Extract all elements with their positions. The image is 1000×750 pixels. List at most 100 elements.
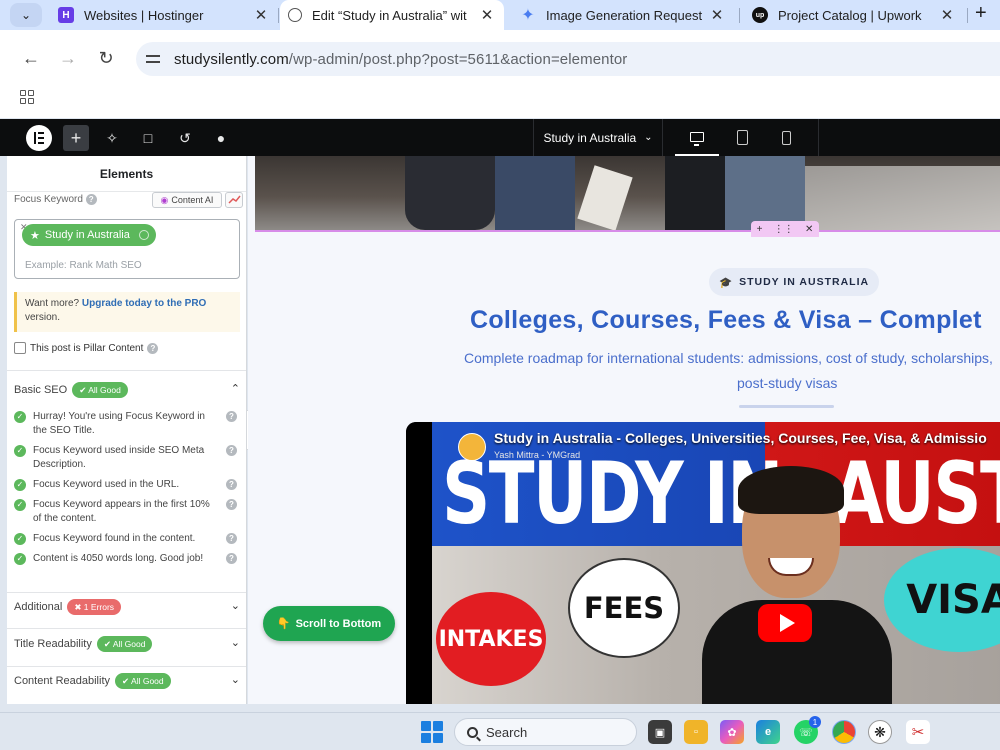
graduation-cap-icon: 🎓	[719, 276, 734, 289]
apps-grid-icon[interactable]	[20, 90, 34, 104]
chevron-up-icon: ⌃	[230, 383, 240, 395]
chevron-down-icon: ⌄	[644, 132, 653, 143]
tab-title: Project Catalog | Upwork	[778, 7, 922, 23]
tab-title: Edit “Study in Australia” wit	[312, 7, 467, 23]
site-settings-drop-icon[interactable]: ●	[208, 125, 234, 151]
video-title[interactable]: Study in Australia - Colleges, Universit…	[494, 430, 987, 446]
forward-icon[interactable]: →	[54, 44, 82, 72]
add-section-icon[interactable]: +	[757, 224, 763, 235]
keyword-placeholder: Example: Rank Math SEO	[25, 260, 142, 271]
tablet-view-button[interactable]	[720, 119, 764, 156]
focus-keyword-input[interactable]: ✕ ★ Study in Australia Example: Rank Mat…	[14, 219, 240, 279]
tab-image-generation[interactable]: ✦ Image Generation Request ✕	[512, 0, 734, 30]
content-ai-label: Content AI	[171, 195, 214, 205]
close-icon[interactable]: ✕	[478, 6, 496, 24]
close-icon[interactable]: ✕	[708, 6, 726, 24]
tab-elementor-edit[interactable]: Edit “Study in Australia” wit ✕	[280, 0, 504, 30]
check-item: ✓ Content is 4050 words long. Good job! …	[14, 552, 240, 566]
section-toolbar: + ⋮⋮ ✕	[751, 221, 819, 237]
fees-bubble: FEES	[568, 558, 680, 658]
upgrade-link[interactable]: Upgrade today to the PRO	[82, 298, 206, 309]
tab-divider	[967, 8, 968, 23]
channel-avatar[interactable]	[458, 433, 486, 461]
add-element-icon[interactable]: +	[63, 125, 89, 151]
site-info-icon[interactable]	[146, 52, 162, 66]
hostinger-icon: H	[58, 7, 74, 23]
hero-image	[255, 156, 1000, 230]
close-icon[interactable]: ✕	[938, 6, 956, 24]
mobile-view-button[interactable]	[764, 119, 808, 156]
trends-button[interactable]	[225, 192, 243, 208]
tab-title: Image Generation Request	[546, 7, 703, 23]
youtube-embed[interactable]: STUDY IN AUSTR INTAKES FEES VISA Study i…	[406, 422, 1000, 704]
scroll-to-bottom-button[interactable]: 👇 Scroll to Bottom	[263, 606, 395, 641]
check-text: Focus Keyword appears in the first 10% o…	[33, 499, 210, 524]
address-bar[interactable]: studysilently.com/wp-admin/post.php?post…	[136, 42, 1000, 76]
task-view-icon[interactable]: ▣	[648, 720, 672, 744]
section-title: Title Readability	[14, 638, 92, 650]
content-ai-button[interactable]: ◉ Content AI	[152, 192, 222, 208]
file-explorer-icon[interactable]: ▫	[684, 720, 708, 744]
page-selector[interactable]: Study in Australia ⌄	[533, 119, 663, 156]
page-name: Study in Australia	[543, 130, 637, 145]
help-icon[interactable]: ?	[147, 342, 159, 354]
elementor-logo-icon[interactable]	[26, 125, 52, 151]
chatgpt-icon[interactable]: ❋	[868, 720, 892, 744]
pillar-label: This post is Pillar Content	[30, 342, 144, 354]
check-item: ✓ Focus Keyword used inside SEO Meta Des…	[14, 444, 240, 472]
help-icon[interactable]: ?	[226, 411, 237, 422]
url-text: studysilently.com/wp-admin/post.php?post…	[174, 51, 627, 68]
video-channel[interactable]: Yash Mittra - YMGrad	[494, 450, 580, 460]
content-ai-icon: ◉	[160, 194, 169, 205]
copilot-icon[interactable]: ✿	[720, 720, 744, 744]
chrome-icon[interactable]	[832, 720, 856, 744]
score-ring-icon	[138, 230, 149, 240]
delete-section-icon[interactable]: ✕	[805, 224, 813, 235]
help-icon[interactable]: ?	[226, 445, 237, 456]
windows-start-icon[interactable]	[421, 721, 443, 743]
edge-icon[interactable]: e	[756, 720, 780, 744]
pillar-checkbox[interactable]	[14, 342, 26, 354]
keyword-chip[interactable]: ★ Study in Australia	[22, 224, 156, 246]
ai-sparkle-icon[interactable]: ✧	[99, 125, 125, 151]
check-text: Focus Keyword used inside SEO Meta Descr…	[33, 445, 205, 470]
check-circle-icon: ✓	[14, 499, 26, 511]
tab-search-button[interactable]: ⌄	[10, 3, 42, 27]
section-title: Content Readability	[14, 675, 111, 687]
play-button[interactable]	[758, 604, 812, 642]
page-settings-icon[interactable]: □	[135, 125, 161, 151]
desktop-view-button[interactable]	[675, 119, 719, 156]
help-icon[interactable]: ?	[226, 499, 237, 510]
page-headline[interactable]: Colleges, Courses, Fees & Visa – Complet	[470, 306, 982, 335]
upgrade-notice: Want more? Upgrade today to the PRO vers…	[14, 292, 240, 332]
tab-hostinger[interactable]: H Websites | Hostinger ✕	[52, 0, 276, 30]
pillar-content-row: This post is Pillar Content ?	[14, 342, 159, 354]
drag-handle-icon[interactable]: ⋮⋮	[774, 224, 794, 235]
close-icon[interactable]: ✕	[252, 6, 270, 24]
page-subheadline[interactable]: Complete roadmap for international stude…	[248, 346, 1000, 396]
back-icon[interactable]: ←	[17, 44, 45, 72]
additional-header[interactable]: Additional ✖ 1 Errors ⌄	[14, 597, 240, 617]
history-icon[interactable]: ↺	[172, 125, 198, 151]
help-icon[interactable]: ?	[226, 533, 237, 544]
help-icon[interactable]: ?	[226, 479, 237, 490]
status-badge: ✔ All Good	[72, 382, 128, 398]
help-icon[interactable]: ?	[85, 194, 97, 205]
snipping-tool-icon[interactable]: ✂	[906, 720, 930, 744]
intakes-bubble: INTAKES	[436, 592, 546, 686]
rank-math-panel: Elements Focus Keyword ? ◉Content AI ✕ ★…	[7, 156, 247, 704]
check-text: Focus Keyword found in the content.	[33, 533, 196, 544]
basic-seo-header[interactable]: Basic SEO ✔ All Good ⌃	[14, 380, 240, 400]
screen: ⌄ H Websites | Hostinger ✕ Edit “Study i…	[0, 0, 1000, 750]
tab-upwork[interactable]: up Project Catalog | Upwork ✕	[744, 0, 964, 30]
taskbar-search[interactable]: Search	[454, 718, 637, 746]
new-tab-icon[interactable]: +	[975, 2, 987, 25]
url-host: studysilently.com	[174, 50, 289, 68]
title-readability-header[interactable]: Title Readability ✔ All Good ⌄	[14, 634, 240, 654]
divider	[7, 628, 246, 629]
reload-icon[interactable]: ↻	[92, 44, 120, 72]
section-title: Additional	[14, 601, 63, 613]
help-icon[interactable]: ?	[226, 553, 237, 564]
status-badge: ✖ 1 Errors	[67, 599, 122, 615]
content-readability-header[interactable]: Content Readability ✔ All Good ⌄	[14, 671, 240, 691]
